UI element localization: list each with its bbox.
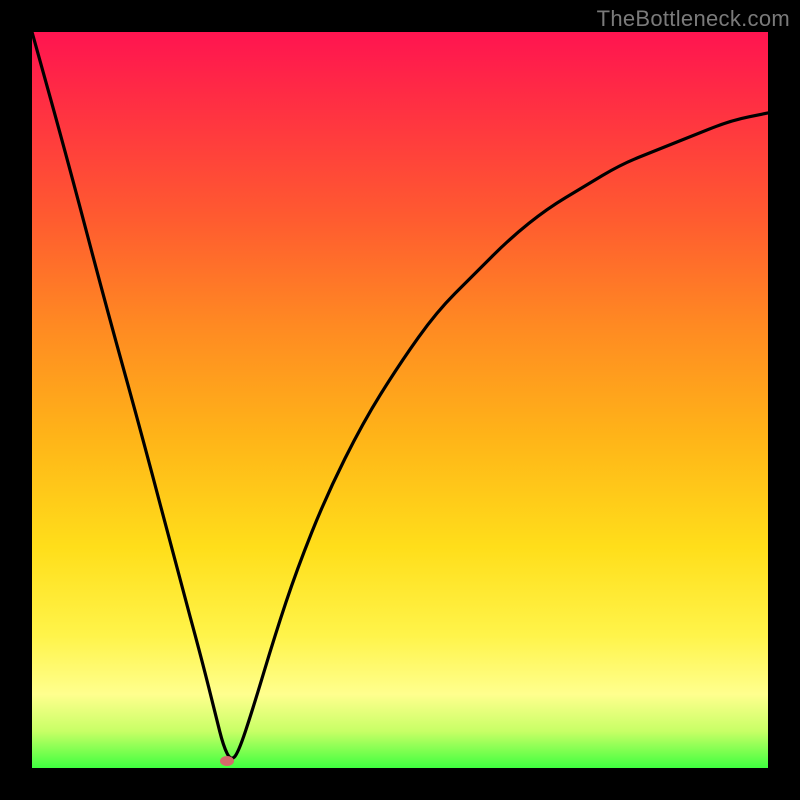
watermark-text: TheBottleneck.com xyxy=(597,6,790,32)
minimum-marker xyxy=(220,756,234,766)
plot-area xyxy=(32,32,768,768)
bottleneck-curve xyxy=(32,32,768,768)
chart-frame: TheBottleneck.com xyxy=(0,0,800,800)
curve-path xyxy=(32,32,768,758)
